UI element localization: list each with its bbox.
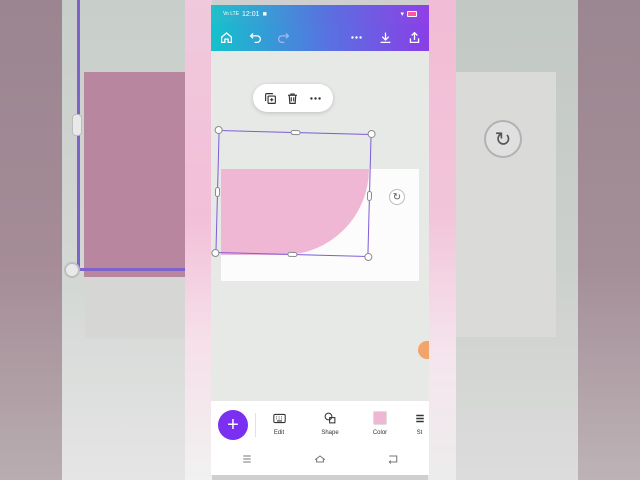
resize-handle-right[interactable]: [366, 190, 373, 202]
battery-icon: [407, 11, 417, 17]
selection-box[interactable]: [211, 125, 376, 262]
status-time: 12:01: [242, 10, 260, 18]
home-nav-icon[interactable]: [314, 452, 326, 470]
network-indicator: Vo LTE: [223, 11, 240, 17]
bg-corner-handle: [64, 262, 80, 278]
resize-handle-top-right[interactable]: [367, 129, 376, 139]
undo-icon[interactable]: [244, 23, 266, 51]
more-horizontal-icon[interactable]: [308, 90, 324, 106]
edit-tool-label: Edit: [273, 430, 285, 436]
bg-white-page-right: [456, 72, 556, 337]
design-canvas[interactable]: ↻: [211, 51, 429, 401]
duplicate-icon[interactable]: [262, 90, 278, 106]
color-swatch: [373, 411, 387, 425]
phone-screen: Vo LTE 12:01 ■ ▾ ↻ + Edit Shape Color St: [211, 5, 429, 475]
font-icon: [415, 409, 425, 427]
bg-right-edge: [578, 0, 640, 480]
bottom-toolbar: + Edit Shape Color St: [211, 401, 429, 447]
bg-pink-strip-left: [185, 0, 212, 480]
bg-resize-handle: [72, 114, 82, 136]
download-icon[interactable]: [374, 23, 396, 51]
bg-left-edge: [0, 0, 62, 480]
more-icon[interactable]: [345, 23, 367, 51]
share-icon[interactable]: [403, 23, 425, 51]
menu-icon[interactable]: [241, 452, 253, 470]
resize-handle-left[interactable]: [214, 186, 221, 198]
style-tool-button[interactable]: St: [410, 409, 429, 443]
shapes-icon: [324, 409, 336, 427]
shape-tool-button[interactable]: Shape: [313, 409, 347, 443]
editor-toolbar: [211, 23, 429, 51]
edit-tool-button[interactable]: Edit: [262, 409, 296, 443]
bg-rotate-icon: ↻: [484, 120, 522, 158]
assistant-bubble[interactable]: [418, 341, 429, 359]
trash-icon[interactable]: [285, 90, 301, 106]
toolbar-divider: [255, 413, 256, 437]
back-icon[interactable]: [387, 452, 399, 470]
system-navigation-bar: [211, 447, 429, 475]
resize-handle-bottom[interactable]: [287, 251, 298, 258]
color-tool-label: Color: [372, 430, 388, 436]
status-bar: Vo LTE 12:01 ■ ▾: [211, 5, 429, 23]
resize-handle-bottom-left[interactable]: [211, 248, 220, 258]
keyboard-icon: [272, 409, 286, 427]
resize-handle-top[interactable]: [290, 129, 301, 136]
redo-icon[interactable]: [272, 23, 294, 51]
camera-indicator-icon: ■: [262, 10, 267, 18]
element-context-menu: [253, 84, 333, 112]
color-tool-button[interactable]: Color: [363, 409, 397, 443]
shape-tool-label: Shape: [321, 430, 339, 436]
rotate-icon[interactable]: ↻: [389, 189, 405, 205]
wifi-icon: ▾: [400, 11, 404, 18]
bg-pink-strip-right: [428, 0, 456, 480]
style-tool-label: St: [416, 430, 423, 436]
add-button[interactable]: +: [218, 410, 248, 440]
resize-handle-top-left[interactable]: [214, 125, 223, 135]
home-icon[interactable]: [215, 23, 237, 51]
